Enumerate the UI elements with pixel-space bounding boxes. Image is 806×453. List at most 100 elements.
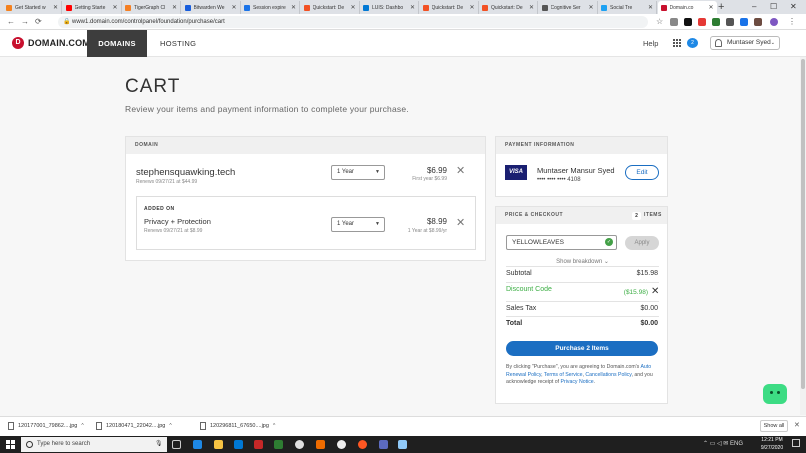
browser-tab[interactable]: Session expire ✕ xyxy=(241,1,300,14)
chevron-up-icon[interactable]: ^ xyxy=(273,420,275,432)
extension-icon[interactable] xyxy=(712,18,720,26)
windows-start-icon[interactable] xyxy=(6,440,15,449)
tab-close-icon[interactable]: ✕ xyxy=(469,4,474,11)
microphone-icon[interactable]: 🎙 xyxy=(155,440,163,447)
browser-tab[interactable]: Quickstart: De ✕ xyxy=(420,1,479,14)
browser-tab[interactable]: Quickstart: De ✕ xyxy=(479,1,538,14)
tab-label: Domain.co xyxy=(669,4,694,11)
nav-hosting[interactable]: HOSTING xyxy=(160,30,196,57)
address-bar[interactable]: 🔒 www1.domain.com/controlpanel/foundatio… xyxy=(58,16,648,28)
app-icon[interactable] xyxy=(337,440,346,449)
extension-icon[interactable] xyxy=(684,18,692,26)
edit-payment-button[interactable]: Edit xyxy=(625,165,659,180)
app-icon[interactable] xyxy=(274,440,283,449)
close-download-bar-icon[interactable]: ✕ xyxy=(794,420,800,432)
chat-widget-icon[interactable] xyxy=(763,384,787,404)
cart-icon[interactable]: 2 xyxy=(687,38,698,48)
browser-tab[interactable]: Social Tre ✕ xyxy=(598,1,657,14)
logo-text[interactable]: DOMAIN.COM xyxy=(28,37,90,49)
discount-code-link[interactable]: Discount Code xyxy=(506,286,552,293)
addon-term-select[interactable]: 1 Year ▼ xyxy=(331,217,385,232)
clock-time[interactable]: 12:21 PM xyxy=(760,437,784,443)
app-icon[interactable] xyxy=(316,440,325,449)
tab-favicon-icon xyxy=(184,4,191,11)
tab-favicon-icon xyxy=(601,4,607,11)
reload-icon[interactable]: ⟳ xyxy=(35,14,42,30)
tab-close-icon[interactable]: ✕ xyxy=(172,4,177,11)
app-icon[interactable] xyxy=(379,440,388,449)
back-icon[interactable]: ← xyxy=(7,14,15,30)
help-link[interactable]: Help xyxy=(643,30,658,57)
browser-tab[interactable]: TigerGraph Cl ✕ xyxy=(122,1,181,14)
purchase-button[interactable]: Purchase 2 Items xyxy=(506,341,658,356)
notification-icon[interactable] xyxy=(792,439,800,447)
remove-addon-icon[interactable]: ✕ xyxy=(456,218,465,229)
tab-close-icon[interactable]: ✕ xyxy=(588,4,593,11)
apps-grid-icon[interactable] xyxy=(673,39,681,47)
clock-date[interactable]: 9/27/2020 xyxy=(757,445,787,451)
app-icon[interactable] xyxy=(254,440,263,449)
profile-avatar[interactable] xyxy=(770,18,778,26)
download-item[interactable]: 120177001_79862....jpg ^ xyxy=(8,420,84,432)
tab-close-icon[interactable]: ✕ xyxy=(410,4,415,11)
page-scrollbar[interactable] xyxy=(800,57,806,415)
chevron-up-icon[interactable]: ^ xyxy=(169,420,171,432)
browser-menu-icon[interactable]: ⋮ xyxy=(788,14,796,30)
domain-term-select[interactable]: 1 Year ▼ xyxy=(331,165,385,180)
browser-tab[interactable]: Cognitive Ser ✕ xyxy=(539,1,598,14)
browser-tab[interactable]: Quickstart: De ✕ xyxy=(301,1,360,14)
window-close-icon[interactable]: ✕ xyxy=(790,0,797,14)
star-icon[interactable]: ☆ xyxy=(656,14,663,30)
tab-label: Cognitive Ser xyxy=(550,4,581,11)
promo-code-input[interactable]: YELLOWLEAVES xyxy=(506,235,617,250)
extension-icon[interactable] xyxy=(740,18,748,26)
extension-icon[interactable] xyxy=(726,18,734,26)
maximize-icon[interactable]: ☐ xyxy=(770,0,777,14)
remove-discount-icon[interactable]: ✕ xyxy=(651,287,659,297)
tab-close-icon[interactable]: ✕ xyxy=(708,4,713,11)
tab-close-icon[interactable]: ✕ xyxy=(231,4,236,11)
show-breakdown-toggle[interactable]: Show breakdown ⌄ xyxy=(506,258,659,265)
logo-icon[interactable]: D xyxy=(12,37,24,49)
browser-tab[interactable]: Bitwarden We ✕ xyxy=(182,1,241,14)
system-tray-icons[interactable]: ⌃ ▭ ◁ ✉ ENG xyxy=(703,437,743,452)
tab-label: TigerGraph Cl xyxy=(134,4,166,11)
privacy-notice-link[interactable]: Privacy Notice xyxy=(561,379,594,385)
page-subtitle: Review your items and payment informatio… xyxy=(125,104,409,114)
download-item[interactable]: 120180471_22042....jpg ^ xyxy=(96,420,172,432)
task-view-icon[interactable] xyxy=(172,440,181,449)
download-item[interactable]: 120296811_67650....jpg ^ xyxy=(200,420,275,432)
remove-domain-icon[interactable]: ✕ xyxy=(456,166,465,177)
file-explorer-icon[interactable] xyxy=(214,440,223,449)
extension-icon[interactable] xyxy=(698,18,706,26)
apply-promo-button[interactable]: Apply xyxy=(625,236,659,250)
extension-icon[interactable] xyxy=(670,18,678,26)
tab-close-icon[interactable]: ✕ xyxy=(291,4,296,11)
store-icon[interactable] xyxy=(234,440,243,449)
tab-close-icon[interactable]: ✕ xyxy=(53,4,58,11)
tab-close-icon[interactable]: ✕ xyxy=(648,4,653,11)
account-menu-button[interactable]: Muntaser Syed ⌄ xyxy=(710,36,780,50)
forward-icon[interactable]: → xyxy=(21,14,29,30)
chevron-up-icon[interactable]: ^ xyxy=(81,420,83,432)
app-icon[interactable] xyxy=(358,440,367,449)
taskbar-search[interactable]: Type here to search xyxy=(21,437,167,452)
extension-icon[interactable] xyxy=(754,18,762,26)
divider xyxy=(506,282,659,283)
minimize-icon[interactable]: – xyxy=(752,0,756,14)
cancellations-policy-link[interactable]: Cancellations Policy xyxy=(585,372,631,378)
show-all-downloads-button[interactable]: Show all xyxy=(760,420,788,432)
edge-icon[interactable] xyxy=(193,440,202,449)
terms-of-service-link[interactable]: Terms of Service xyxy=(544,372,583,378)
chrome-icon[interactable] xyxy=(295,440,304,449)
browser-tab[interactable]: Get Started w ✕ xyxy=(3,1,62,14)
browser-tab[interactable]: LUIS: Dashbo ✕ xyxy=(360,1,419,14)
tab-close-icon[interactable]: ✕ xyxy=(350,4,355,11)
tab-close-icon[interactable]: ✕ xyxy=(529,4,534,11)
app-icon[interactable] xyxy=(398,440,407,449)
new-tab-button[interactable]: + xyxy=(718,1,724,13)
tab-close-icon[interactable]: ✕ xyxy=(112,4,117,11)
browser-tab[interactable]: Getting Starte ✕ xyxy=(63,1,122,14)
nav-domains[interactable]: DOMAINS xyxy=(87,30,147,57)
browser-tab[interactable]: Domain.co ✕ xyxy=(657,1,717,14)
